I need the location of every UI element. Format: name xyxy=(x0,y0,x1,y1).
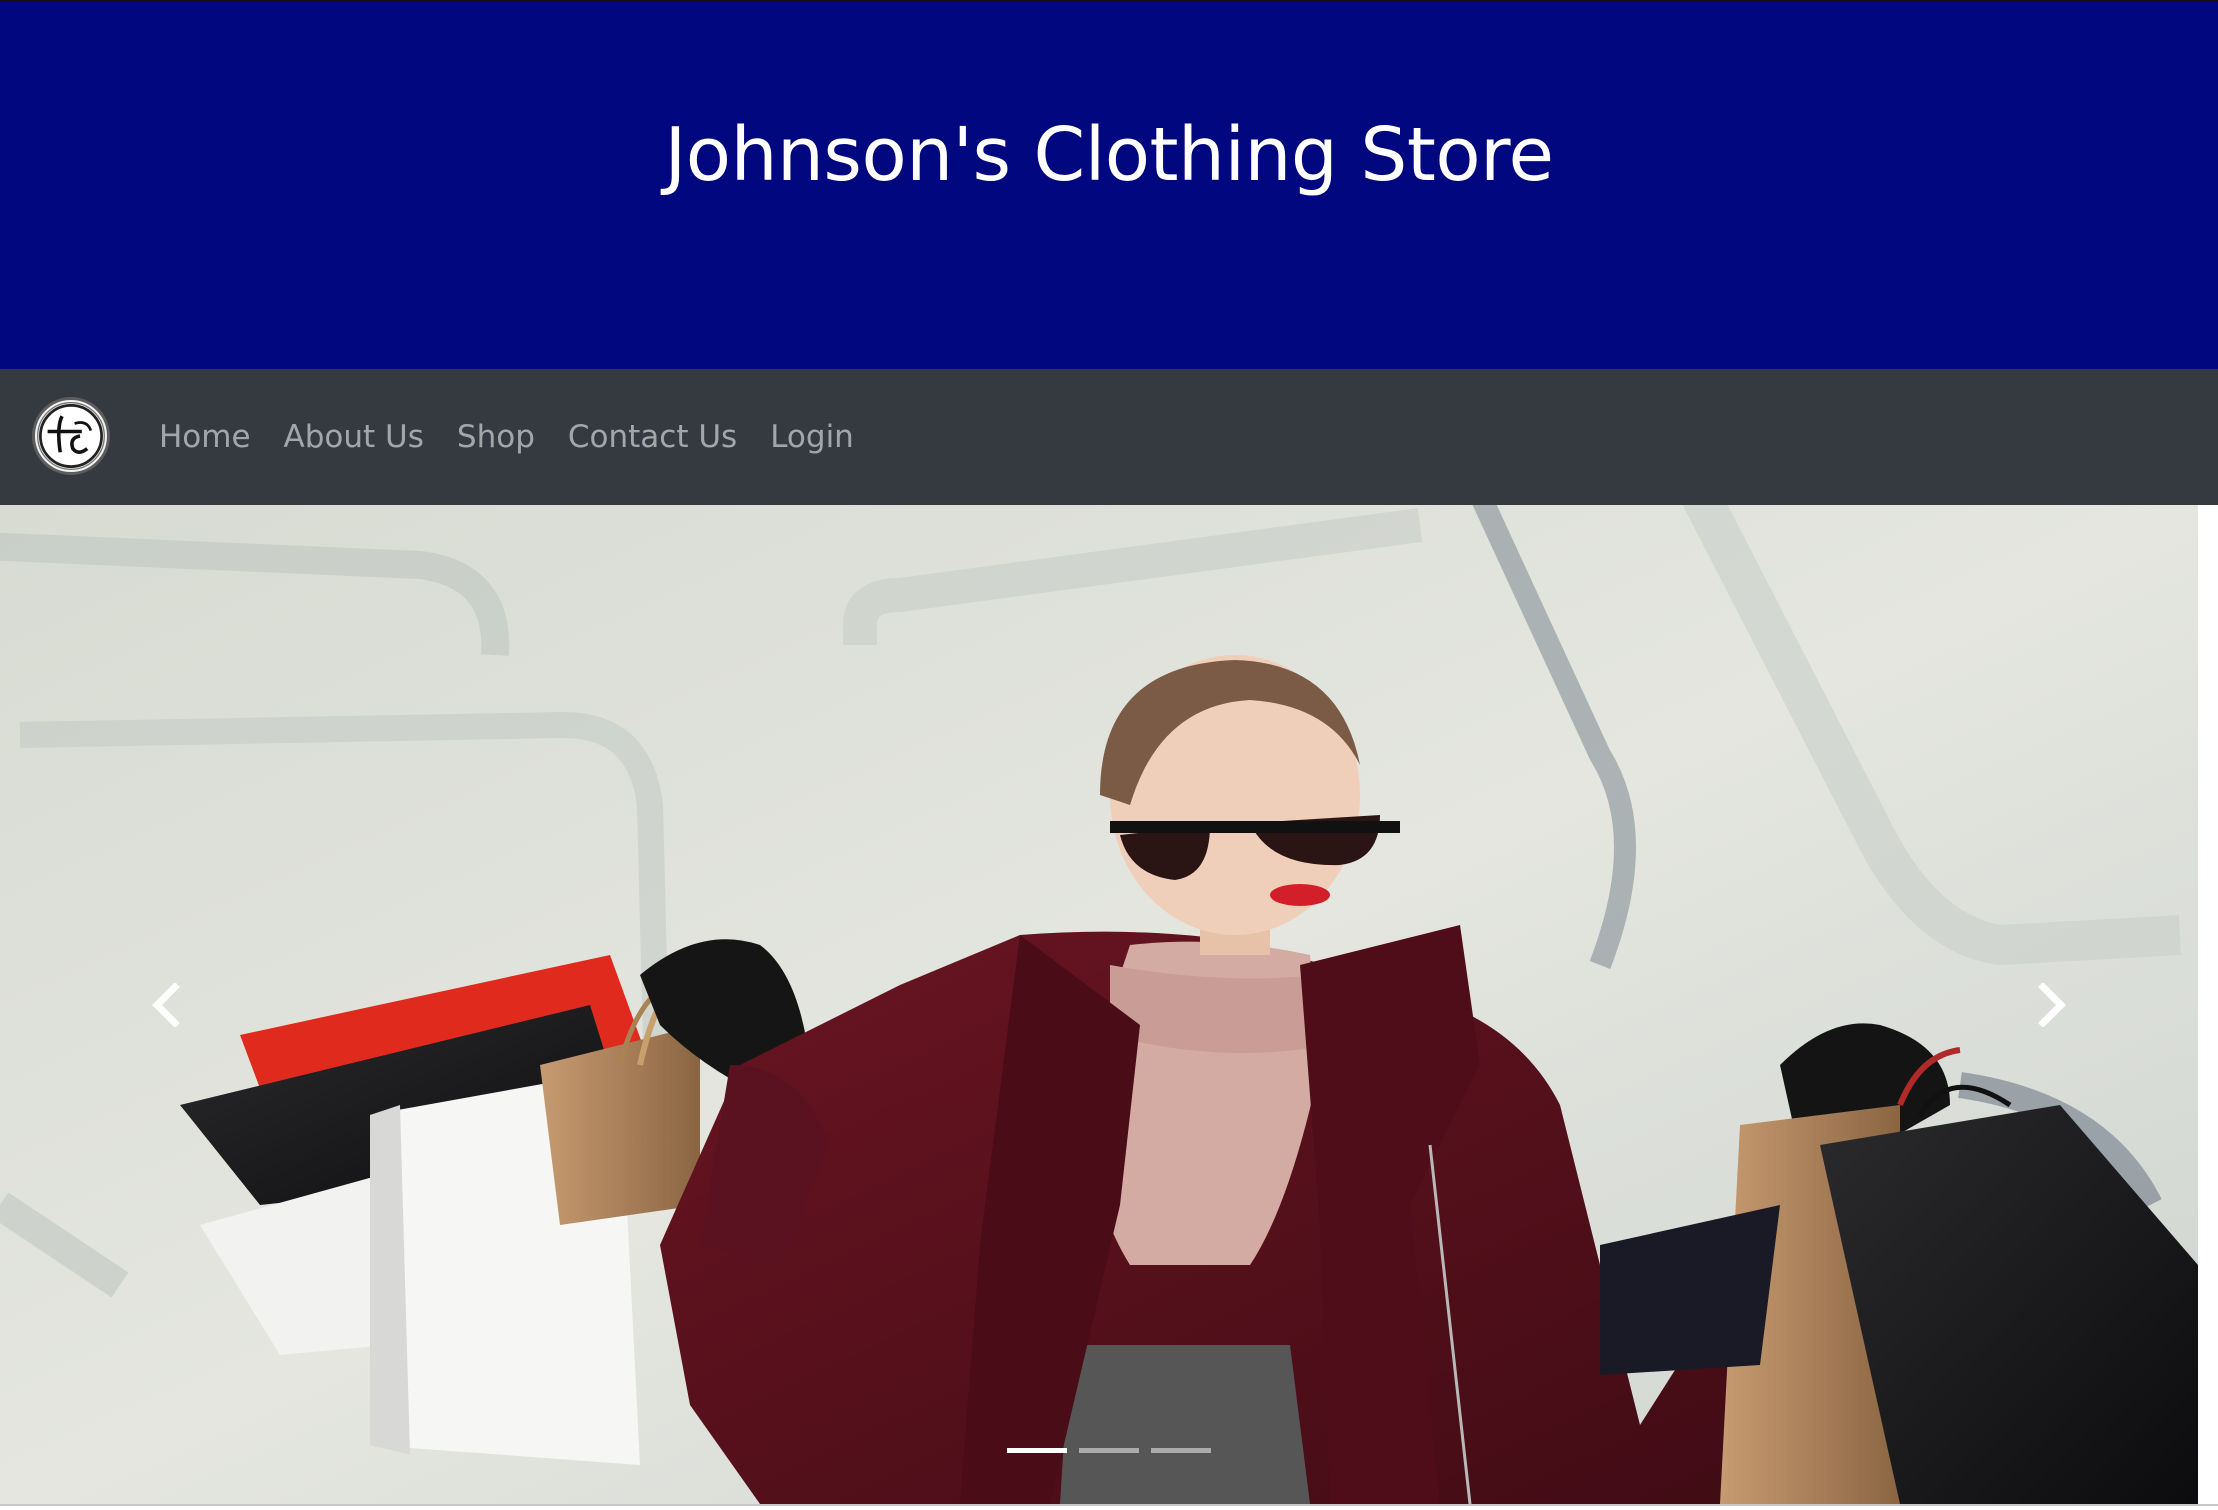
chevron-left-icon xyxy=(152,983,180,1027)
site-banner: Johnson's Clothing Store xyxy=(0,0,2218,369)
site-title: Johnson's Clothing Store xyxy=(664,111,1554,198)
nav-link-home[interactable]: Home xyxy=(159,417,251,457)
chevron-right-icon xyxy=(2038,983,2066,1027)
carousel-indicator-2[interactable] xyxy=(1079,1448,1139,1453)
hero-carousel xyxy=(0,505,2198,1504)
nav-link-contact-us[interactable]: Contact Us xyxy=(568,417,737,457)
nav-link-about-us[interactable]: About Us xyxy=(284,417,424,457)
carousel-indicator-1[interactable] xyxy=(1007,1448,1067,1453)
nav-link-login[interactable]: Login xyxy=(770,417,854,457)
page-bottom-divider xyxy=(0,1504,2218,1510)
store-logo-icon[interactable] xyxy=(32,397,110,475)
nav-links: Home About Us Shop Contact Us Login xyxy=(159,417,854,457)
carousel-indicator-3[interactable] xyxy=(1151,1448,1211,1453)
carousel-prev-button[interactable] xyxy=(126,965,206,1045)
main-navbar: Home About Us Shop Contact Us Login xyxy=(0,369,2218,505)
carousel-slide-image xyxy=(0,505,2198,1504)
carousel-next-button[interactable] xyxy=(2012,965,2092,1045)
page: Johnson's Clothing Store Home About Us S… xyxy=(0,0,2218,1510)
nav-link-shop[interactable]: Shop xyxy=(457,417,535,457)
carousel-indicators xyxy=(1007,1448,1211,1453)
